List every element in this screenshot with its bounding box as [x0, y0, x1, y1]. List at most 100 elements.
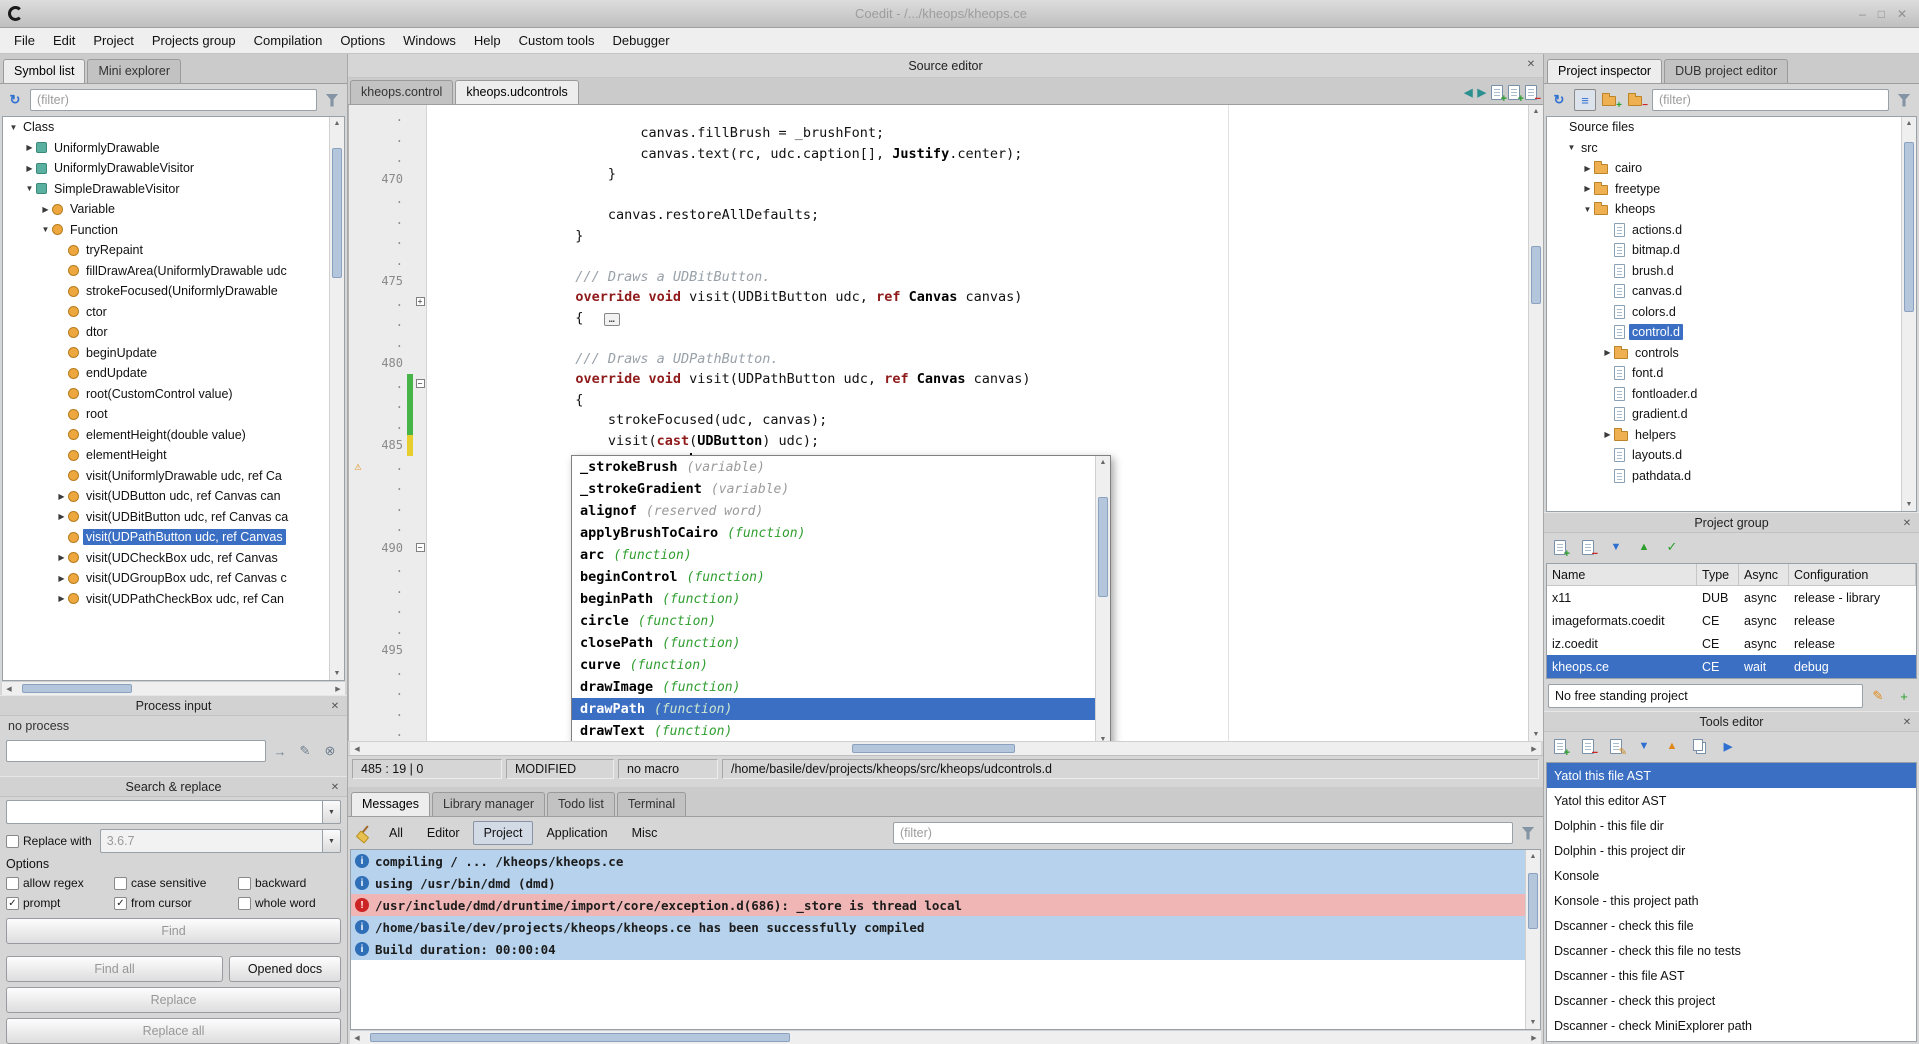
fold-marker-icon[interactable]: [413, 400, 427, 409]
menu-item[interactable]: Project: [85, 30, 141, 51]
message-row[interactable]: compiling / ... /kheops/kheops.ce: [351, 850, 1525, 872]
scroll-left-icon[interactable]: ◀: [350, 1034, 364, 1042]
scrollbar-thumb[interactable]: [370, 1033, 790, 1042]
fold-marker-icon[interactable]: [413, 338, 427, 347]
move-tool-up-icon[interactable]: ▲: [1661, 735, 1683, 757]
close-panel-icon[interactable]: [1524, 57, 1538, 71]
editor-vertical-scrollbar[interactable]: ▲ ▼: [1528, 105, 1543, 741]
symbol-tree-item[interactable]: ▶ visit(UDGroupBox udc, ref Canvas c: [3, 568, 344, 589]
document-tab[interactable]: kheops.udcontrols: [455, 80, 578, 104]
column-header[interactable]: Configuration: [1789, 564, 1916, 585]
expander-icon[interactable]: ▼: [1565, 143, 1578, 152]
menu-item[interactable]: Help: [466, 30, 509, 51]
column-header[interactable]: Name: [1547, 564, 1697, 585]
code-editor[interactable]: . canvas.fillBrush = _brushFont; .: [348, 105, 1543, 741]
symbol-tree-item[interactable]: strokeFocused(UniformlyDrawable: [3, 281, 344, 302]
project-file-item[interactable]: control.d: [1547, 322, 1916, 343]
horizontal-scrollbar[interactable]: ◀ ▶: [2, 681, 345, 695]
project-file-item[interactable]: brush.d: [1547, 261, 1916, 282]
completion-item[interactable]: curve (function): [572, 654, 1095, 676]
completion-item[interactable]: closePath (function): [572, 632, 1095, 654]
expander-icon[interactable]: ▶: [1581, 164, 1594, 173]
project-file-item[interactable]: ▼ kheops: [1547, 199, 1916, 220]
column-header[interactable]: Async: [1739, 564, 1789, 585]
inspector-filter-input[interactable]: [1652, 89, 1889, 111]
expander-icon[interactable]: ▶: [39, 205, 52, 214]
tree-view-icon[interactable]: ≡: [1574, 89, 1596, 111]
completion-item[interactable]: alignof (reserved word): [572, 500, 1095, 522]
tool-item[interactable]: Dscanner - check MiniExplorer path: [1547, 1013, 1916, 1038]
symbol-tree-item[interactable]: ▶ visit(UDButton udc, ref Canvas can: [3, 486, 344, 507]
expander-icon[interactable]: ▶: [1601, 348, 1614, 357]
scrollbar-thumb[interactable]: [1098, 497, 1108, 597]
tool-item[interactable]: Konsole - this project path: [1547, 888, 1916, 913]
scroll-up-icon[interactable]: ▲: [330, 117, 344, 130]
scroll-down-icon[interactable]: ▼: [1526, 1016, 1540, 1029]
close-button[interactable]: ✕: [1897, 7, 1907, 21]
menu-item[interactable]: Compilation: [246, 30, 331, 51]
project-file-item[interactable]: font.d: [1547, 363, 1916, 384]
refresh-project-icon[interactable]: ↻: [1548, 89, 1570, 111]
tool-item[interactable]: Dscanner - check this project: [1547, 988, 1916, 1013]
find-all-button[interactable]: Find all: [6, 956, 223, 982]
find-button[interactable]: Find: [6, 918, 341, 944]
fold-marker-icon[interactable]: [413, 318, 427, 327]
completion-item[interactable]: arc (function): [572, 544, 1095, 566]
new-document-icon[interactable]: [1491, 85, 1503, 100]
add-tool-icon[interactable]: [1549, 735, 1571, 757]
fold-marker-icon[interactable]: [413, 502, 427, 511]
project-file-item[interactable]: gradient.d: [1547, 404, 1916, 425]
move-tool-down-icon[interactable]: ▼: [1633, 735, 1655, 757]
symbol-tree-item[interactable]: beginUpdate: [3, 343, 344, 364]
remove-tool-icon[interactable]: [1577, 735, 1599, 757]
symbol-tree-item[interactable]: endUpdate: [3, 363, 344, 384]
project-file-item[interactable]: bitmap.d: [1547, 240, 1916, 261]
fold-marker-icon[interactable]: [413, 215, 427, 224]
expander-icon[interactable]: ▶: [55, 492, 68, 501]
dropdown-icon[interactable]: [322, 829, 341, 853]
completion-item[interactable]: beginControl (function): [572, 566, 1095, 588]
vertical-scrollbar[interactable]: ▲ ▼: [329, 117, 344, 680]
close-document-icon[interactable]: [1525, 85, 1537, 100]
move-project-down-icon[interactable]: ▼: [1605, 536, 1627, 558]
completion-item[interactable]: _strokeBrush (variable): [572, 456, 1095, 478]
fold-marker-icon[interactable]: [413, 707, 427, 716]
right-dock-tab[interactable]: Project inspector: [1547, 59, 1662, 83]
message-category-toggle[interactable]: Application: [535, 821, 618, 845]
expander-icon[interactable]: ▶: [55, 553, 68, 562]
scroll-up-icon[interactable]: ▲: [1902, 117, 1916, 130]
project-row[interactable]: iz.coedit CE async release: [1547, 632, 1916, 655]
scrollbar-thumb[interactable]: [22, 684, 132, 693]
scroll-down-icon[interactable]: ▼: [1529, 728, 1543, 741]
edit-free-standing-icon[interactable]: ✎: [1867, 685, 1889, 707]
project-file-item[interactable]: ▶ cairo: [1547, 158, 1916, 179]
fold-marker-icon[interactable]: [413, 195, 427, 204]
project-file-item[interactable]: actions.d: [1547, 220, 1916, 241]
symbol-tree-item[interactable]: root(CustomControl value): [3, 384, 344, 405]
edit-tool-icon[interactable]: [1605, 735, 1627, 757]
scrollbar-thumb[interactable]: [852, 744, 1015, 753]
fold-marker-icon[interactable]: [413, 728, 427, 737]
expander-icon[interactable]: ▼: [39, 225, 52, 234]
run-group-icon[interactable]: ✓: [1661, 536, 1683, 558]
remove-folder-icon[interactable]: −: [1626, 89, 1648, 111]
message-category-toggle[interactable]: Project: [473, 821, 534, 845]
project-file-item[interactable]: colors.d: [1547, 302, 1916, 323]
completion-item[interactable]: drawImage (function): [572, 676, 1095, 698]
tool-item[interactable]: Yatol this editor AST: [1547, 788, 1916, 813]
menu-item[interactable]: Edit: [45, 30, 83, 51]
menu-item[interactable]: File: [6, 30, 43, 51]
completion-item[interactable]: beginPath (function): [572, 588, 1095, 610]
symbol-tree-item[interactable]: tryRepaint: [3, 240, 344, 261]
message-category-toggle[interactable]: Misc: [621, 821, 669, 845]
project-file-item[interactable]: Source files: [1547, 117, 1916, 138]
message-category-toggle[interactable]: Editor: [416, 821, 471, 845]
scroll-left-icon[interactable]: ◀: [2, 685, 16, 693]
close-panel-icon[interactable]: [1900, 516, 1914, 530]
clear-messages-icon[interactable]: [352, 822, 374, 844]
symbol-tree-item[interactable]: ▶ UniformlyDrawableVisitor: [3, 158, 344, 179]
edit-input-icon[interactable]: ✎: [294, 740, 316, 762]
fold-marker-icon[interactable]: [413, 441, 427, 450]
run-tool-icon[interactable]: ▶: [1717, 735, 1739, 757]
expander-icon[interactable]: ▼: [7, 123, 20, 132]
